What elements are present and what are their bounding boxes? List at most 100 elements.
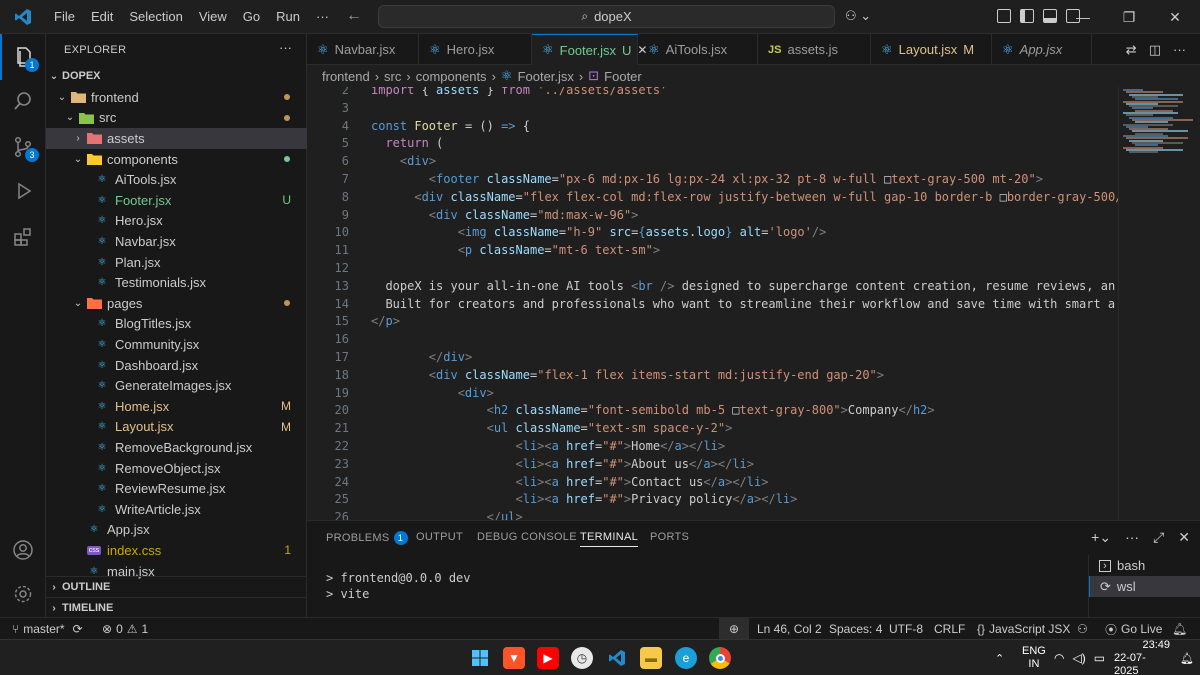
copilot-status-icon[interactable]: ⚇ [1077, 618, 1088, 640]
tree-folder[interactable]: › assets [46, 128, 307, 149]
tree-file[interactable]: ⚛ Layout.jsx M [46, 417, 307, 438]
chrome-browser-icon[interactable] [709, 647, 731, 669]
tray-overflow-icon[interactable]: ⌃ [995, 640, 1004, 675]
tree-file[interactable]: ⚛ WriteArticle.jsx [46, 499, 307, 520]
windows-start-icon[interactable] [469, 647, 491, 669]
tree-file[interactable]: ⚛ Navbar.jsx [46, 231, 307, 252]
run-debug-icon[interactable] [0, 168, 46, 214]
menu-item[interactable]: Edit [83, 0, 121, 34]
menu-item[interactable]: Selection [121, 0, 190, 34]
end-of-line[interactable]: CRLF [934, 618, 965, 640]
timeline-section[interactable]: › TIMELINE [46, 597, 307, 618]
code-editor[interactable]: 2 3 4 5 6 7 8 9 10 11 12 13 14 15 16 17 18 19 20 21 22 23 24 25… [307, 87, 1118, 520]
tree-file[interactable]: ⚛ BlogTitles.jsx [46, 314, 307, 335]
breadcrumb-item[interactable]: Footer [604, 69, 642, 84]
problems-status[interactable]: ⊗ 0 ⚠ 1 [102, 618, 148, 640]
panel-tab[interactable]: TERMINAL [580, 531, 639, 547]
explorer-icon[interactable]: 1 [0, 34, 46, 80]
new-terminal-icon[interactable]: +⌄ [1091, 529, 1111, 546]
youtube-icon[interactable]: ▶ [537, 647, 559, 669]
tree-folder[interactable]: ⌄ pages [46, 293, 307, 314]
cursor-position[interactable]: Ln 46, Col 2 [757, 618, 822, 640]
encoding[interactable]: UTF-8 [889, 618, 923, 640]
menu-item[interactable]: View [191, 0, 235, 34]
input-language[interactable]: ENG IN [1022, 640, 1046, 675]
maximize-panel-icon[interactable]: ⤢ [1153, 529, 1164, 546]
menu-item[interactable]: File [46, 0, 83, 34]
panel-tab[interactable]: PORTS [650, 531, 689, 543]
tree-file[interactable]: ⚛ RemoveBackground.jsx [46, 437, 307, 458]
editor-tab[interactable]: ⚛ AiTools.jsx [638, 34, 758, 65]
breadcrumb-item[interactable]: Footer.jsx [518, 69, 574, 84]
tree-file[interactable]: ⚛ Community.jsx [46, 334, 307, 355]
extensions-icon[interactable] [0, 214, 46, 260]
tree-file[interactable]: ⚛ Home.jsx M [46, 396, 307, 417]
close-panel-icon[interactable]: ✕ [1178, 529, 1190, 546]
code-area[interactable]: import { assets } from '../assets/assets… [371, 87, 1118, 520]
editor-tab[interactable]: JS assets.js [758, 34, 871, 65]
tree-file[interactable]: ⚛ AiTools.jsx [46, 169, 307, 190]
manage-gear-icon[interactable] [0, 571, 46, 617]
panel-tab[interactable]: PROBLEMS 1 [326, 531, 408, 545]
language-mode[interactable]: {} JavaScript JSX [977, 618, 1070, 640]
tree-folder[interactable]: ⌄ src [46, 108, 307, 129]
clock[interactable]: 23:49 22-07-2025 [1114, 639, 1170, 675]
tree-file[interactable]: ⚛ GenerateImages.jsx [46, 375, 307, 396]
restore-button[interactable]: ❐ [1106, 0, 1152, 34]
tree-file[interactable]: ⚛ Hero.jsx [46, 211, 307, 232]
go-live-button[interactable]: ⦿ Go Live [1105, 618, 1162, 640]
editor-tab[interactable]: ⚛ App.jsx [992, 34, 1092, 65]
toggle-panel-icon[interactable] [1043, 9, 1057, 23]
vscode-taskbar-icon[interactable] [606, 647, 628, 669]
tree-file[interactable]: ⚛ Testimonials.jsx [46, 272, 307, 293]
terminal-item-wsl[interactable]: ⟳ wsl [1089, 576, 1200, 597]
breadcrumb-item[interactable]: components [416, 69, 487, 84]
editor-tab[interactable]: ⚛ Layout.jsx M [871, 34, 992, 65]
editor-tab[interactable]: ⚛ Hero.jsx [419, 34, 532, 65]
terminal-item-bash[interactable]: › bash [1089, 555, 1200, 576]
command-center-search[interactable]: ⌕ dopeX [378, 5, 835, 28]
layout-customize-icon[interactable] [997, 9, 1011, 23]
notification-bell-icon[interactable]: 🔔︎ [1180, 640, 1194, 675]
breadcrumb-item[interactable]: frontend [322, 69, 370, 84]
tree-folder[interactable]: ⌄ frontend [46, 87, 307, 108]
menu-item[interactable]: Go [235, 0, 268, 34]
tree-file[interactable]: ⚛ ReviewResume.jsx [46, 478, 307, 499]
source-control-icon[interactable]: 3 [0, 124, 46, 170]
zoom-icon[interactable]: ⊕ [719, 618, 749, 640]
editor-tab[interactable]: ⚛ Footer.jsx U ✕ [532, 34, 647, 65]
accounts-icon[interactable] [0, 527, 46, 573]
file-explorer-icon[interactable]: ▬ [640, 647, 662, 669]
tree-folder[interactable]: ⌄ components [46, 149, 307, 170]
indentation[interactable]: Spaces: 4 [829, 618, 882, 640]
tree-file[interactable]: ⚛ Footer.jsx U [46, 190, 307, 211]
compare-changes-icon[interactable]: ⇄ [1126, 42, 1137, 58]
back-arrow-icon[interactable]: ← [346, 7, 362, 25]
tree-file[interactable]: ⚛ App.jsx [46, 520, 307, 541]
outline-section[interactable]: › OUTLINE [46, 576, 307, 597]
menu-item[interactable]: Run [268, 0, 308, 34]
panel-tab[interactable]: DEBUG CONSOLE [477, 531, 577, 543]
close-button[interactable]: ✕ [1152, 0, 1198, 34]
tree-file[interactable]: ⚛ Plan.jsx [46, 252, 307, 273]
edge-browser-icon[interactable]: e [675, 647, 697, 669]
more-actions-icon[interactable]: ··· [279, 40, 292, 55]
minimize-button[interactable]: — [1060, 0, 1106, 34]
copilot-icon[interactable]: ⚇ ⌄ [845, 8, 871, 24]
notifications-icon[interactable]: 🔔︎ [1172, 618, 1187, 640]
breadcrumb-item[interactable]: src [384, 69, 401, 84]
git-branch-status[interactable]: ⑂ master* ⟳ [12, 618, 83, 640]
tree-file[interactable]: ⚛ Dashboard.jsx [46, 355, 307, 376]
panel-tab[interactable]: OUTPUT [416, 531, 463, 543]
workspace-root[interactable]: ⌄ DOPEX [46, 66, 307, 87]
minimap[interactable] [1118, 87, 1200, 520]
brave-browser-icon[interactable]: ▼ [503, 647, 525, 669]
more-actions-icon[interactable]: ··· [1173, 42, 1186, 57]
editor-tab[interactable]: ⚛ Navbar.jsx [307, 34, 419, 65]
system-tray-icons[interactable]: ◠ ◁) ▭ [1054, 640, 1105, 675]
search-view-icon[interactable] [0, 78, 46, 124]
tree-file[interactable]: ⚛ RemoveObject.jsx [46, 458, 307, 479]
more-actions-icon[interactable]: ··· [1125, 529, 1139, 546]
clock-app-icon[interactable]: ◷ [571, 647, 593, 669]
menu-item[interactable]: ··· [308, 0, 337, 34]
